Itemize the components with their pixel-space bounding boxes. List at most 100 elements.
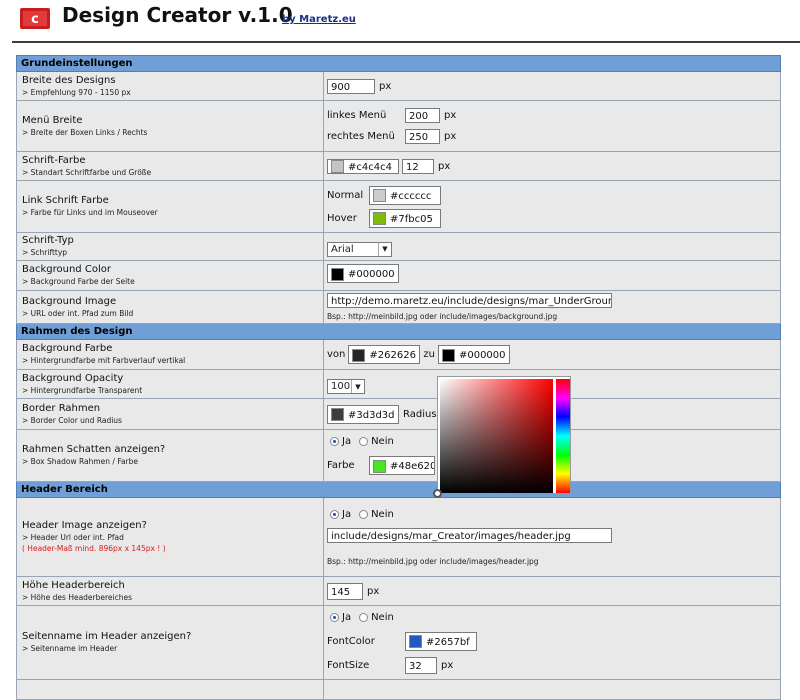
header-image-no-label: Nein (371, 508, 394, 520)
section-title: Grundeinstellungen (15, 55, 782, 72)
opacity-value: 100 (331, 381, 351, 392)
color-hue-slider[interactable] (556, 379, 570, 493)
section-grundeinstellungen: Grundeinstellungen (15, 55, 782, 72)
menu-width-label: Menü Breite (22, 114, 83, 126)
row-design-width: Breite des Designs > Empfehlung 970 - 11… (16, 71, 782, 101)
shadow-hint: > Box Shadow Rahmen / Farbe (22, 457, 139, 466)
site-name-fontcolor-input[interactable]: #2657bf (405, 631, 477, 651)
font-size-input[interactable]: 12 (402, 158, 434, 174)
design-width-unit: px (379, 80, 392, 92)
author-link[interactable]: by Maretz.eu (282, 14, 356, 25)
opacity-label: Background Opacity (22, 372, 124, 384)
site-name-fontcolor-swatch (409, 635, 422, 648)
section-title: Rahmen des Design (15, 323, 782, 340)
font-type-label: Schrift-Typ (22, 235, 74, 246)
bg-image-example: Bsp.: http://meinbild.jpg oder include/i… (327, 312, 558, 321)
row-font-type: Schrift-Typ > Schrifttyp Arial ▼ (16, 232, 782, 261)
link-hover-label: Hover (327, 212, 357, 224)
row-next (16, 679, 782, 700)
link-normal-label: Normal (327, 189, 364, 201)
font-color-hint: > Standart Schriftfarbe und Größe (22, 167, 152, 177)
bg-color-value: #000000 (348, 269, 395, 280)
row-frame-background: Background Farbe > Hintergrundfarbe mit … (16, 339, 782, 370)
frame-bg-to-swatch (441, 348, 455, 362)
frame-bg-to-label: zu (423, 349, 435, 360)
color-saturation-area[interactable] (440, 379, 553, 493)
link-color-hint: > Farbe für Links und im Mouseover (22, 208, 158, 217)
row-border: Border Rahmen > Border Color und Radius … (16, 398, 782, 430)
header-image-yes-radio[interactable] (330, 509, 339, 519)
link-normal-value: #cccccc (390, 190, 432, 202)
border-color-swatch (331, 408, 344, 421)
border-color-value: #3d3d3d (348, 409, 395, 421)
header-image-url-input[interactable]: include/designs/mar_Creator/images/heade… (327, 527, 612, 543)
header-height-hint: > Höhe des Headerbereiches (22, 592, 133, 602)
shadow-yes-radio[interactable] (330, 437, 339, 446)
site-name-fontsize-input[interactable]: 32 (405, 656, 437, 674)
site-name-no-radio[interactable] (359, 612, 369, 622)
frame-bg-from-value: #262626 (369, 350, 416, 361)
shadow-color-value: #48e620 (390, 461, 435, 472)
frame-bg-from-input[interactable]: #262626 (348, 345, 421, 364)
font-type-select[interactable]: Arial ▼ (327, 241, 392, 257)
design-width-input[interactable]: 900 (327, 78, 375, 94)
chevron-down-icon: ▼ (351, 380, 364, 393)
opacity-hint: > Hintergrundfarbe Transparent (22, 385, 143, 395)
site-name-fontcolor-value: #2657bf (426, 636, 470, 648)
shadow-no-label: Nein (371, 436, 394, 447)
link-normal-input[interactable]: #cccccc (369, 185, 441, 205)
link-hover-input[interactable]: #7fbc05 (369, 208, 441, 228)
svg-text:c: c (31, 12, 39, 27)
shadow-yes-label: Ja (342, 436, 352, 447)
bg-color-input[interactable]: #000000 (327, 264, 399, 283)
link-color-label: Link Schrift Farbe (22, 195, 109, 206)
page-scrollbar[interactable] (781, 55, 800, 699)
border-color-input[interactable]: #3d3d3d (327, 404, 399, 424)
header-image-no-radio[interactable] (359, 509, 369, 519)
frame-bg-to-value: #000000 (458, 350, 506, 361)
font-color-input[interactable]: #c4c4c4 (327, 158, 399, 174)
app-title: Design Creator v.1.0 (62, 3, 293, 27)
shadow-no-radio[interactable] (359, 437, 369, 446)
site-name-fontsize-label: FontSize (327, 659, 370, 671)
bg-color-label: Background Color (22, 264, 111, 275)
shadow-color-input[interactable]: #48e620 (369, 456, 435, 475)
section-header-bereich: Header Bereich (15, 481, 782, 498)
design-creator-logo-icon: c (20, 8, 50, 29)
header-height-label: Höhe Headerbereich (22, 579, 125, 591)
right-menu-input[interactable]: 250 (405, 129, 440, 144)
color-picker-cursor-icon[interactable] (433, 489, 442, 498)
site-name-no-label: Nein (371, 611, 394, 623)
row-font-color: Schrift-Farbe > Standart Schriftfarbe un… (16, 151, 782, 181)
border-label: Border Rahmen (22, 402, 101, 414)
row-menu-width: Menü Breite > Breite der Boxen Links / R… (16, 100, 782, 152)
design-width-hint: > Empfehlung 970 - 1150 px (22, 87, 131, 97)
row-site-name: Seitenname im Header anzeigen? > Seitenn… (16, 605, 782, 680)
link-hover-value: #7fbc05 (390, 213, 433, 225)
frame-bg-from-label: von (327, 349, 346, 360)
row-header-height: Höhe Headerbereich > Höhe des Headerbere… (16, 576, 782, 606)
section-rahmen: Rahmen des Design (15, 323, 782, 340)
color-picker-popup (437, 376, 571, 494)
site-name-yes-label: Ja (342, 611, 352, 623)
row-header-image: Header Image anzeigen? > Header Url oder… (16, 497, 782, 577)
opacity-select[interactable]: 100 ▼ (327, 379, 365, 394)
menu-width-hint: > Breite der Boxen Links / Rechts (22, 127, 148, 137)
link-normal-swatch (373, 189, 386, 202)
shadow-label: Rahmen Schatten anzeigen? (22, 444, 166, 455)
header-divider (12, 41, 800, 43)
frame-bg-to-input[interactable]: #000000 (437, 345, 510, 364)
site-name-yes-radio[interactable] (330, 612, 339, 622)
section-title: Header Bereich (15, 481, 782, 498)
header-image-hint: > Header Url oder int. Pfad (22, 533, 124, 542)
shadow-color-swatch (373, 459, 386, 473)
bg-image-url-input[interactable]: http://demo.maretz.eu/include/designs/ma… (327, 293, 612, 308)
left-menu-label: linkes Menü (327, 110, 387, 121)
font-color-value: #c4c4c4 (348, 161, 392, 173)
app-header: c Design Creator v.1.0 by Maretz.eu (0, 0, 800, 40)
design-width-label: Breite des Designs (22, 74, 116, 86)
row-frame-opacity: Background Opacity > Hintergrundfarbe Tr… (16, 369, 782, 399)
left-menu-input[interactable]: 200 (405, 108, 440, 123)
frame-bg-from-swatch (352, 348, 366, 362)
header-height-input[interactable]: 145 (327, 582, 363, 600)
